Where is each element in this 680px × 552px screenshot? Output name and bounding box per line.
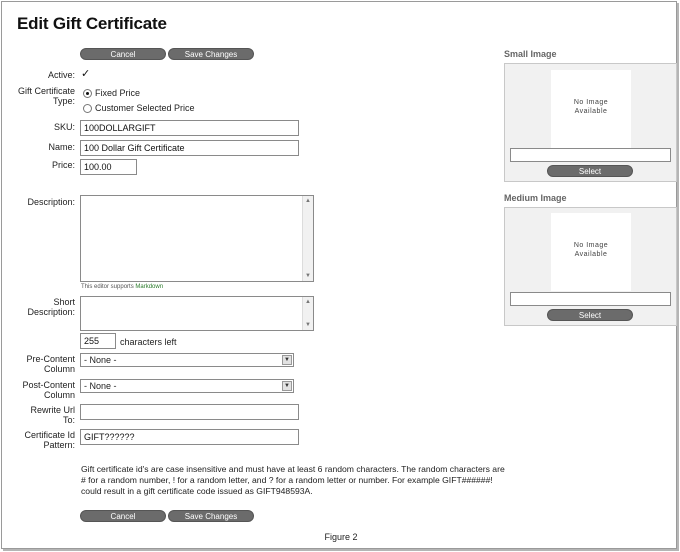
fixed-price-label: Fixed Price: [95, 88, 141, 98]
save-changes-button-top[interactable]: Save Changes: [168, 48, 254, 60]
pre-content-label-line1: Pre-Content: [26, 354, 75, 364]
characters-left-label: characters left: [120, 337, 177, 347]
small-image-panel: No Image Available Select: [504, 63, 677, 182]
rewrite-url-label-line1: Rewrite Url: [30, 405, 75, 415]
name-input[interactable]: 100 Dollar Gift Certificate: [80, 140, 299, 156]
cancel-button-bottom[interactable]: Cancel: [80, 510, 166, 522]
cancel-button-top[interactable]: Cancel: [80, 48, 166, 60]
scroll-up-icon[interactable]: ▲: [303, 196, 313, 206]
sku-label: SKU:: [53, 122, 75, 132]
rewrite-url-input[interactable]: [80, 404, 299, 420]
certificate-pattern-label: Certificate Id Pattern:: [2, 430, 75, 450]
available-text: Available: [574, 251, 608, 258]
type-label-line1: Gift Certificate: [17, 86, 75, 96]
save-changes-button-bottom[interactable]: Save Changes: [168, 510, 254, 522]
pre-content-label-line2: Column: [43, 364, 75, 374]
characters-left-count: 255: [80, 333, 116, 349]
medium-image-title: Medium Image: [504, 193, 567, 203]
no-image-text: No Image: [573, 99, 609, 106]
rewrite-url-label-line2: To:: [62, 415, 75, 425]
medium-image-panel: No Image Available Select: [504, 207, 677, 326]
chevron-down-icon[interactable]: ▼: [282, 381, 292, 391]
scroll-down-icon[interactable]: ▼: [303, 320, 313, 330]
scroll-up-icon[interactable]: ▲: [303, 297, 313, 307]
page-title: Edit Gift Certificate: [17, 14, 167, 33]
active-label: Active:: [47, 70, 75, 80]
type-label-line2: Type:: [52, 96, 75, 106]
certificate-pattern-help: Gift certificate id's are case insensiti…: [81, 464, 505, 496]
post-content-value: - None -: [84, 381, 117, 391]
short-description-scrollbar[interactable]: ▲ ▼: [302, 297, 313, 330]
figure-caption: Figure 2: [324, 532, 358, 542]
small-image-select-button[interactable]: Select: [547, 165, 633, 177]
post-content-label: Post-Content Column: [2, 380, 75, 400]
description-scrollbar[interactable]: ▲ ▼: [302, 196, 313, 281]
page-frame: Edit Gift Certificate Cancel Save Change…: [1, 1, 677, 549]
short-description-label: Short Description:: [2, 297, 75, 317]
pre-content-label: Pre-Content Column: [2, 354, 75, 374]
pre-content-select[interactable]: - None - ▼: [80, 353, 294, 367]
price-label: Price:: [51, 160, 75, 170]
customer-selected-price-radio[interactable]: [83, 104, 92, 113]
no-image-text: No Image: [573, 242, 609, 249]
short-description-label-line2: Description:: [27, 307, 75, 317]
small-image-path-input[interactable]: [510, 148, 671, 162]
markdown-link[interactable]: Markdown: [135, 284, 163, 290]
available-text: Available: [574, 108, 608, 115]
small-image-title: Small Image: [504, 49, 557, 59]
price-input[interactable]: 100.00: [80, 159, 137, 175]
certificate-pattern-label-line1: Certificate Id: [24, 430, 75, 440]
certificate-pattern-input[interactable]: GIFT??????: [80, 429, 299, 445]
post-content-label-line1: Post-Content: [22, 380, 75, 390]
certificate-pattern-label-line2: Pattern:: [43, 440, 75, 450]
pre-content-value: - None -: [84, 355, 117, 365]
short-description-label-line1: Short: [53, 297, 75, 307]
rewrite-url-label: Rewrite Url To:: [2, 405, 75, 425]
post-content-label-line2: Column: [43, 390, 75, 400]
name-label: Name:: [48, 142, 75, 152]
fixed-price-radio[interactable]: [83, 89, 92, 98]
post-content-select[interactable]: - None - ▼: [80, 379, 294, 393]
editor-note-text: This editor supports: [81, 284, 134, 290]
medium-image-path-input[interactable]: [510, 292, 671, 306]
medium-image-placeholder: No Image Available: [551, 213, 631, 291]
small-image-placeholder: No Image Available: [551, 70, 631, 148]
short-description-textarea[interactable]: ▲ ▼: [80, 296, 314, 331]
customer-selected-price-label: Customer Selected Price: [95, 103, 195, 113]
medium-image-select-button[interactable]: Select: [547, 309, 633, 321]
sku-input[interactable]: 100DOLLARGIFT: [80, 120, 299, 136]
active-checkbox[interactable]: ✓: [81, 69, 92, 80]
description-textarea[interactable]: ▲ ▼: [80, 195, 314, 282]
chevron-down-icon[interactable]: ▼: [282, 355, 292, 365]
description-label: Description:: [27, 197, 75, 207]
scroll-down-icon[interactable]: ▼: [303, 271, 313, 281]
type-label: Gift Certificate Type:: [2, 86, 75, 106]
editor-note: This editor supports Markdown: [81, 284, 163, 290]
